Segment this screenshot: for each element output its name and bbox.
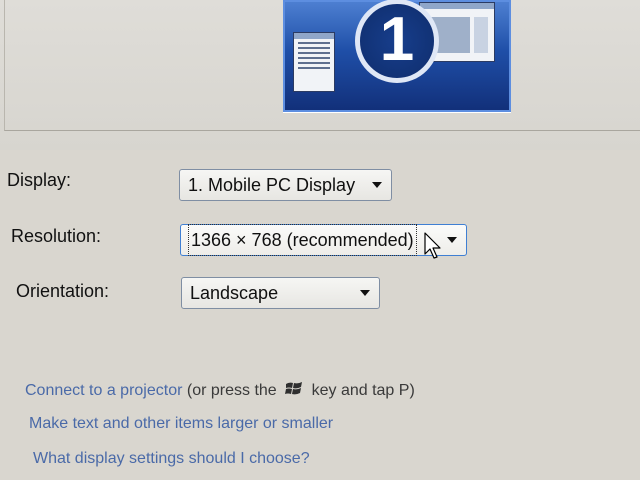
- projector-hint-after: key and tap P): [311, 382, 415, 399]
- windows-logo-icon: [285, 382, 303, 395]
- text-size-link[interactable]: Make text and other items larger or smal…: [29, 415, 333, 433]
- monitor-1-thumbnail[interactable]: 1: [283, 0, 511, 112]
- monitor-number-badge: 1: [355, 0, 439, 83]
- chevron-down-icon: [357, 278, 373, 308]
- display-select[interactable]: 1. Mobile PC Display: [179, 169, 392, 201]
- display-select-value: 1. Mobile PC Display: [188, 175, 356, 195]
- display-label: Display:: [7, 170, 72, 190]
- display-settings-help-link[interactable]: What display settings should I choose?: [33, 450, 310, 468]
- chevron-down-icon: [444, 225, 460, 255]
- resolution-label: Resolution:: [11, 226, 102, 246]
- monitor-preview-area: 1: [0, 0, 640, 150]
- resolution-select-value: 1366 × 768 (recommended): [188, 224, 417, 256]
- orientation-select[interactable]: Landscape: [181, 277, 380, 309]
- mini-window-icon: [293, 32, 335, 92]
- projector-hint-before: (or press the: [186, 382, 277, 399]
- mouse-cursor-icon: [424, 232, 441, 259]
- orientation-label: Orientation:: [16, 281, 110, 301]
- connect-projector-link[interactable]: Connect to a projector: [25, 382, 182, 399]
- chevron-down-icon: [369, 170, 385, 200]
- orientation-select-value: Landscape: [190, 283, 279, 303]
- projector-line: Connect to a projector (or press the key…: [25, 381, 415, 400]
